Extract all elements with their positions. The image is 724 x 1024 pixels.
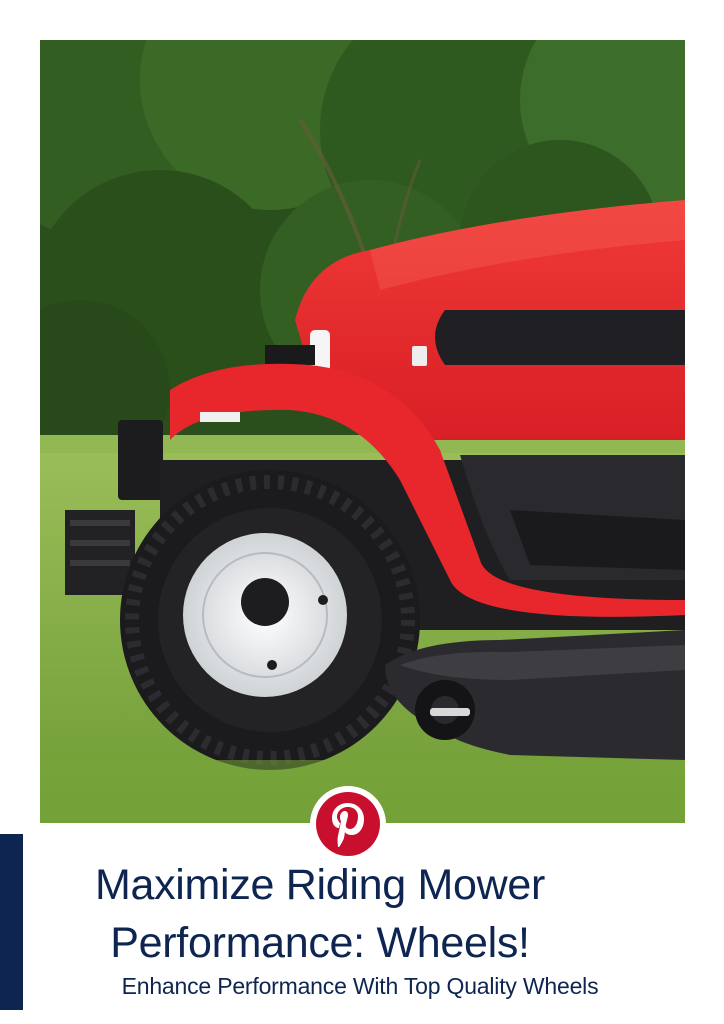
accent-bar	[0, 834, 23, 1010]
subtitle: Enhance Performance With Top Quality Whe…	[121, 973, 599, 999]
title-line-1: Maximize Riding Mower	[94, 861, 546, 909]
mower-photo	[40, 40, 685, 823]
pinterest-icon	[316, 792, 380, 856]
title-line-2: Performance: Wheels!	[110, 919, 530, 967]
pinterest-badge	[310, 786, 386, 862]
